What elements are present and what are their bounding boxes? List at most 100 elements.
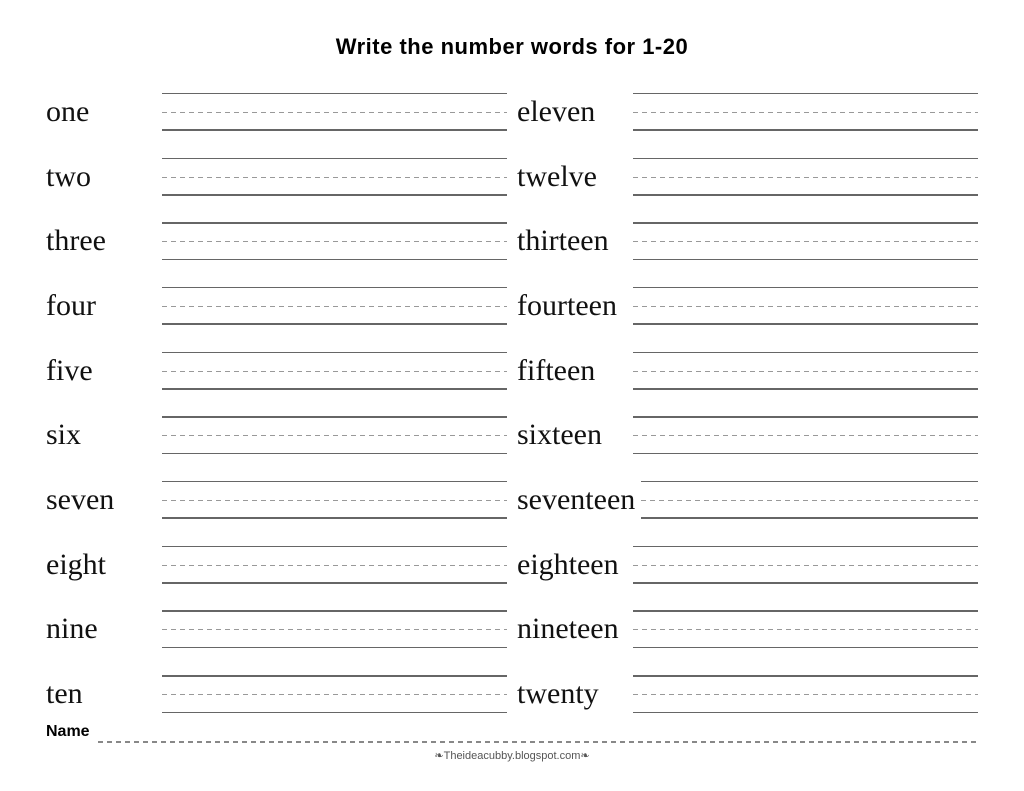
writing-lines-area[interactable] — [633, 610, 978, 648]
mid-dashed-line — [633, 371, 978, 372]
worksheet-title: Write the number words for 1-20 — [46, 34, 978, 60]
writing-lines-area[interactable] — [633, 93, 978, 131]
mid-dashed-line — [162, 371, 507, 372]
word-label: five — [46, 356, 156, 390]
word-label: four — [46, 291, 156, 325]
word-row: twenty — [517, 655, 978, 713]
word-row: eighteen — [517, 526, 978, 584]
mid-dashed-line — [162, 694, 507, 695]
ruled-lines[interactable] — [162, 481, 507, 519]
ruled-lines[interactable] — [162, 352, 507, 390]
word-label: thirteen — [517, 226, 627, 260]
ruled-lines[interactable] — [633, 546, 978, 584]
writing-lines-area[interactable] — [633, 222, 978, 260]
word-label: eleven — [517, 97, 627, 131]
left-column: one two three four five six seven eight nine ten — [46, 70, 507, 717]
mid-dashed-line — [633, 177, 978, 178]
mid-dashed-line — [633, 306, 978, 307]
word-label: sixteen — [517, 420, 627, 454]
ruled-lines[interactable] — [162, 93, 507, 131]
word-label: two — [46, 162, 156, 196]
ruled-lines[interactable] — [162, 610, 507, 648]
word-row: ten — [46, 655, 507, 713]
word-row: three — [46, 202, 507, 260]
writing-lines-area[interactable] — [633, 287, 978, 325]
ruled-lines[interactable] — [633, 222, 978, 260]
mid-dashed-line — [162, 112, 507, 113]
writing-lines-area[interactable] — [162, 352, 507, 390]
writing-lines-area[interactable] — [162, 481, 507, 519]
word-columns: onetwothreefourfivesixseveneightnineten … — [46, 70, 978, 717]
writing-lines-area[interactable] — [162, 158, 507, 196]
mid-dashed-line — [633, 694, 978, 695]
writing-lines-area[interactable] — [633, 158, 978, 196]
word-label: twelve — [517, 162, 627, 196]
word-label: eight — [46, 550, 156, 584]
writing-lines-area[interactable] — [162, 416, 507, 454]
mid-dashed-line — [633, 435, 978, 436]
ruled-lines[interactable] — [633, 416, 978, 454]
word-row: nine — [46, 590, 507, 648]
word-label: ten — [46, 679, 156, 713]
word-label: fifteen — [517, 356, 627, 390]
word-label: one — [46, 97, 156, 131]
mid-dashed-line — [162, 177, 507, 178]
name-line[interactable] — [98, 741, 978, 743]
ruled-lines[interactable] — [162, 222, 507, 260]
word-row: six — [46, 396, 507, 454]
ruled-lines[interactable] — [633, 610, 978, 648]
writing-lines-area[interactable] — [633, 546, 978, 584]
mid-dashed-line — [162, 435, 507, 436]
writing-lines-area[interactable] — [162, 287, 507, 325]
word-row: twelve — [517, 138, 978, 196]
mid-dashed-line — [162, 565, 507, 566]
ruled-lines[interactable] — [162, 546, 507, 584]
word-row: seventeen — [517, 461, 978, 519]
word-label: fourteen — [517, 291, 627, 325]
mid-dashed-line — [162, 500, 507, 501]
word-label: nine — [46, 614, 156, 648]
ruled-lines[interactable] — [633, 675, 978, 713]
name-row: Name — [46, 723, 978, 743]
word-row: five — [46, 332, 507, 390]
ruled-lines[interactable] — [641, 481, 978, 519]
website-text: ❧Theideacubby.blogspot.com❧ — [434, 749, 589, 762]
mid-dashed-line — [633, 565, 978, 566]
mid-dashed-line — [641, 500, 978, 501]
writing-lines-area[interactable] — [162, 610, 507, 648]
name-label: Name — [46, 723, 90, 743]
ruled-lines[interactable] — [633, 287, 978, 325]
ruled-lines[interactable] — [633, 158, 978, 196]
mid-dashed-line — [162, 629, 507, 630]
writing-lines-area[interactable] — [633, 352, 978, 390]
writing-lines-area[interactable] — [633, 416, 978, 454]
worksheet-page: Write the number words for 1-20 one two th… — [22, 16, 1002, 776]
ruled-lines[interactable] — [162, 287, 507, 325]
word-row: seven — [46, 461, 507, 519]
mid-dashed-line — [633, 112, 978, 113]
writing-lines-area[interactable] — [162, 546, 507, 584]
writing-lines-area[interactable] — [633, 675, 978, 713]
mid-dashed-line — [162, 306, 507, 307]
writing-lines-area[interactable] — [641, 481, 978, 519]
ruled-lines[interactable] — [633, 352, 978, 390]
word-row: fifteen — [517, 332, 978, 390]
ruled-lines[interactable] — [162, 158, 507, 196]
writing-lines-area[interactable] — [162, 93, 507, 131]
ruled-lines[interactable] — [162, 675, 507, 713]
word-row: eight — [46, 526, 507, 584]
right-column: eleven twelve thirteen fourteen fifteen sixte… — [517, 70, 978, 717]
word-label: nineteen — [517, 614, 627, 648]
word-label: twenty — [517, 679, 627, 713]
ruled-lines[interactable] — [162, 416, 507, 454]
writing-lines-area[interactable] — [162, 675, 507, 713]
word-label: eighteen — [517, 550, 627, 584]
word-row: two — [46, 138, 507, 196]
mid-dashed-line — [162, 241, 507, 242]
footer: Name ❧Theideacubby.blogspot.com❧ — [46, 723, 978, 762]
mid-dashed-line — [633, 241, 978, 242]
ruled-lines[interactable] — [633, 93, 978, 131]
word-label: six — [46, 420, 156, 454]
word-row: nineteen — [517, 590, 978, 648]
writing-lines-area[interactable] — [162, 222, 507, 260]
